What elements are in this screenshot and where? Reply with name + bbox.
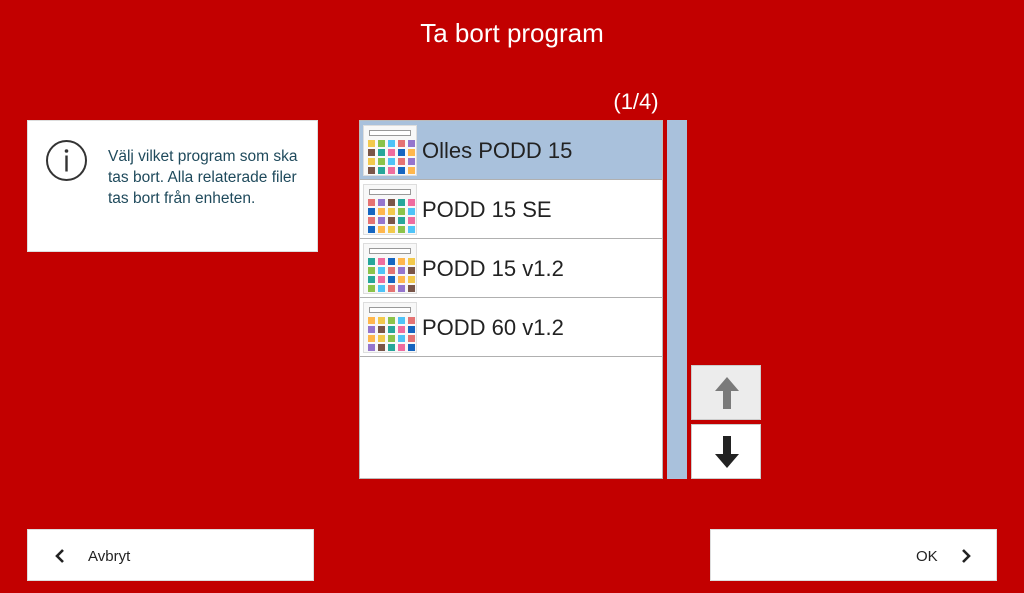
info-panel: Välj vilket program som ska tas bort. Al… xyxy=(27,120,318,252)
program-list-item[interactable]: Olles PODD 15 xyxy=(360,121,662,180)
list-scrollbar[interactable] xyxy=(667,120,687,479)
program-list-item[interactable]: PODD 15 SE xyxy=(360,180,662,239)
arrow-down-icon xyxy=(715,436,739,468)
program-name: PODD 15 v1.2 xyxy=(422,256,564,281)
scroll-up-button[interactable] xyxy=(691,365,761,420)
page-title: Ta bort program xyxy=(420,18,604,48)
chevron-right-icon xyxy=(962,549,971,563)
program-thumbnail xyxy=(363,184,417,235)
program-list-item[interactable]: PODD 60 v1.2 xyxy=(360,298,662,357)
info-icon xyxy=(46,140,87,181)
page-counter: (1/4) xyxy=(613,89,659,114)
program-name: PODD 60 v1.2 xyxy=(422,315,564,340)
info-text: Välj vilket program som ska tas bort. Al… xyxy=(108,148,298,207)
ok-button[interactable]: OK xyxy=(710,529,997,581)
program-thumbnail xyxy=(363,302,417,353)
arrow-up-icon xyxy=(715,377,739,409)
program-name: PODD 15 SE xyxy=(422,197,552,222)
program-name: Olles PODD 15 xyxy=(422,138,573,163)
program-thumbnail xyxy=(363,125,417,176)
program-thumbnail xyxy=(363,243,417,294)
cancel-button[interactable]: Avbryt xyxy=(27,529,314,581)
scroll-down-button[interactable] xyxy=(691,424,761,479)
program-list-item[interactable]: PODD 15 v1.2 xyxy=(360,239,662,298)
ok-label: OK xyxy=(916,548,938,565)
cancel-label: Avbryt xyxy=(88,548,131,565)
chevron-left-icon xyxy=(55,549,64,563)
program-list: Olles PODD 15 PODD 15 SE PODD 15 v1.2 PO… xyxy=(359,120,663,479)
delete-program-screen: Ta bort program (1/4) Välj vilket progra… xyxy=(0,0,1024,593)
